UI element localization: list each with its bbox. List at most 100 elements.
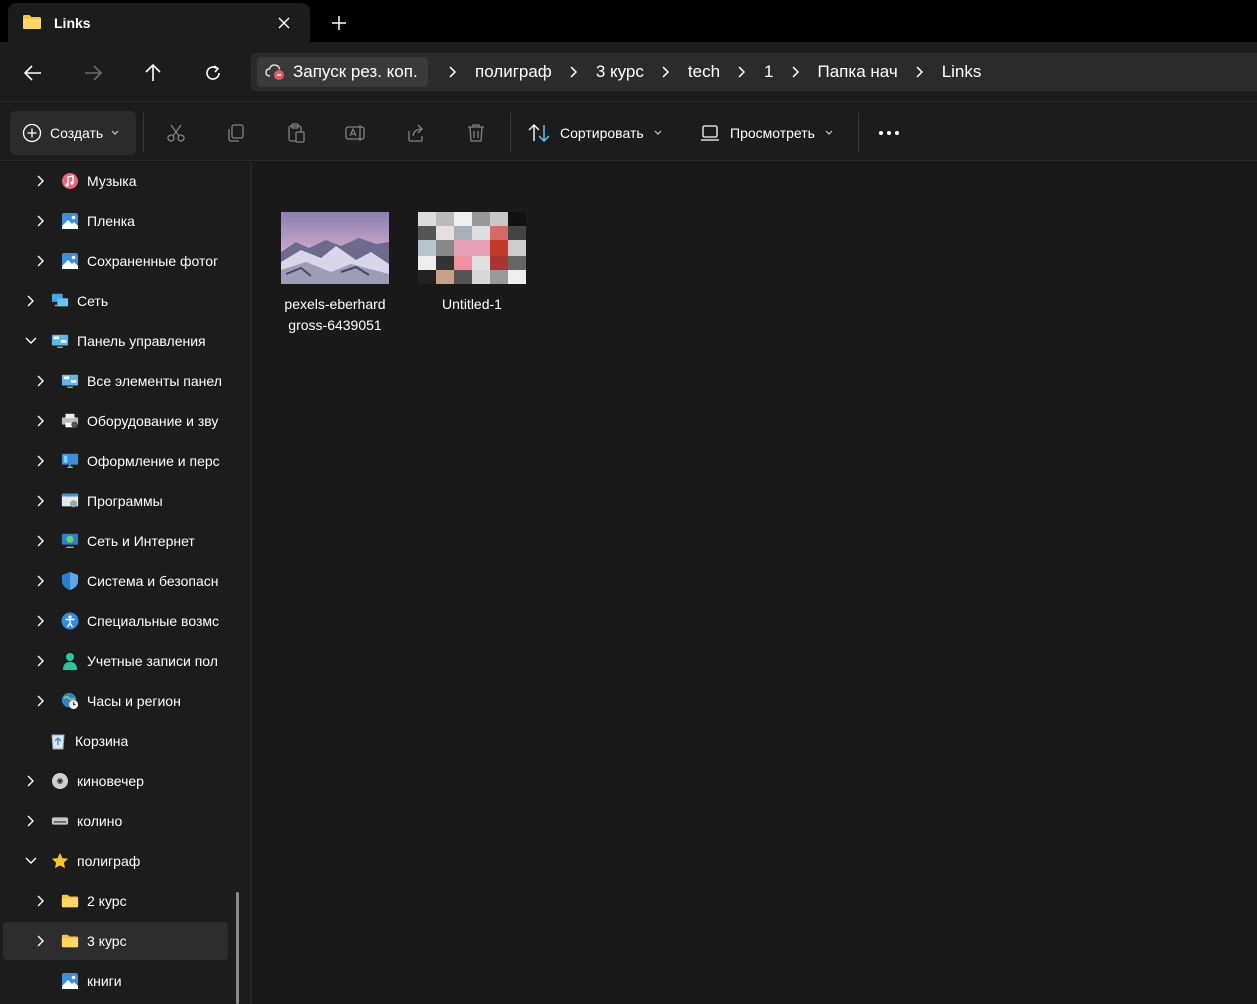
new-tab-icon[interactable]	[325, 9, 353, 37]
sidebar-item-2-kurs[interactable]: 2 курс	[3, 882, 228, 920]
delete-icon[interactable]	[465, 122, 487, 144]
paste-icon[interactable]	[285, 122, 307, 144]
chevron-down-icon[interactable]	[23, 333, 39, 349]
pictures-icon	[61, 972, 79, 990]
chevron-right-icon[interactable]	[912, 64, 928, 80]
chevron-right-icon[interactable]	[734, 64, 750, 80]
navigation-bar: Запуск рез. коп. полиграф 3 курс tech 1 …	[0, 42, 1257, 102]
sidebar-item-hardware[interactable]: Оборудование и зву	[3, 402, 228, 440]
chevron-right-icon[interactable]	[658, 64, 674, 80]
chevron-right-icon[interactable]	[33, 413, 49, 429]
sidebar-item-network-internet[interactable]: Сеть и Интернет	[3, 522, 228, 560]
create-button[interactable]: Создать	[10, 111, 136, 155]
breadcrumb-item[interactable]: 3 курс	[586, 62, 654, 82]
sidebar-item-saved-photos[interactable]: Сохраненные фотог	[3, 242, 228, 280]
file-name: Untitled-1	[442, 296, 502, 312]
file-item[interactable]: pexels-eberhard gross-6439051	[277, 212, 393, 336]
chevron-right-icon[interactable]	[23, 813, 39, 829]
sidebar-item-label: киновечер	[77, 773, 144, 789]
cut-icon[interactable]	[165, 122, 187, 144]
tab-links[interactable]: Links	[8, 3, 310, 42]
close-icon[interactable]	[272, 11, 296, 35]
breadcrumb-item[interactable]: Links	[932, 62, 992, 82]
chevron-right-icon[interactable]	[33, 173, 49, 189]
sidebar-item-label: Оборудование и зву	[87, 413, 219, 429]
refresh-icon[interactable]	[197, 57, 229, 89]
sidebar-item-programs[interactable]: Программы	[3, 482, 228, 520]
sidebar-item-knigi[interactable]: книги	[3, 962, 228, 1000]
chevron-right-icon[interactable]	[33, 453, 49, 469]
chevron-down-icon[interactable]	[23, 853, 39, 869]
chevron-right-icon[interactable]	[788, 64, 804, 80]
view-icon	[700, 124, 720, 142]
chevron-right-icon[interactable]	[33, 933, 49, 949]
chevron-right-icon[interactable]	[23, 773, 39, 789]
sidebar-item-label: Музыка	[87, 173, 137, 189]
sidebar-item-user-accounts[interactable]: Учетные записи пол	[3, 642, 228, 680]
copy-icon[interactable]	[225, 122, 247, 144]
address-bar[interactable]: Запуск рез. коп. полиграф 3 курс tech 1 …	[251, 53, 1257, 91]
chevron-right-icon[interactable]	[445, 64, 461, 80]
view-button[interactable]: Просмотреть	[700, 115, 833, 151]
sidebar-item-poligraf[interactable]: полиграф	[3, 842, 228, 880]
chevron-right-icon[interactable]	[33, 533, 49, 549]
more-icon[interactable]	[878, 122, 900, 144]
arrow-left-icon[interactable]	[17, 57, 49, 89]
file-name: pexels-eberhard gross-6439051	[284, 296, 386, 333]
plus-circle-icon	[22, 123, 42, 143]
display-icon	[61, 452, 79, 470]
sidebar-item-kinovecher[interactable]: киновечер	[3, 762, 228, 800]
sidebar-item-accessibility[interactable]: Специальные возмс	[3, 602, 228, 640]
music-icon	[61, 172, 79, 190]
network-icon	[51, 292, 69, 310]
sidebar-item-film[interactable]: Пленка	[3, 202, 228, 240]
sidebar-item-clock-region[interactable]: Часы и регион	[3, 682, 228, 720]
chevron-right-icon[interactable]	[33, 613, 49, 629]
file-item[interactable]: Untitled-1	[414, 212, 530, 315]
breadcrumb-root[interactable]: Запуск рез. коп.	[257, 57, 428, 87]
chevron-right-icon[interactable]	[33, 693, 49, 709]
sidebar-scrollbar[interactable]	[236, 892, 239, 1004]
sidebar-item-recycle-bin[interactable]: Корзина	[3, 722, 228, 760]
sidebar-item-label: полиграф	[77, 853, 141, 869]
chevron-right-icon[interactable]	[566, 64, 582, 80]
arrow-up-icon[interactable]	[137, 57, 169, 89]
chevron-right-icon[interactable]	[33, 893, 49, 909]
folder-icon	[61, 932, 79, 950]
sidebar-item-kolino[interactable]: колино	[3, 802, 228, 840]
sidebar-item-network[interactable]: Сеть	[3, 282, 228, 320]
sidebar-item-appearance[interactable]: Оформление и перс	[3, 442, 228, 480]
star-icon	[51, 852, 69, 870]
chevron-right-icon[interactable]	[33, 653, 49, 669]
chevron-right-icon[interactable]	[33, 373, 49, 389]
chevron-right-icon[interactable]	[33, 493, 49, 509]
chevron-right-icon[interactable]	[33, 573, 49, 589]
chevron-right-icon[interactable]	[33, 213, 49, 229]
share-icon[interactable]	[405, 122, 427, 144]
sort-icon	[528, 123, 550, 143]
arrow-right-icon[interactable]	[77, 57, 109, 89]
chevron-down-icon	[654, 130, 662, 136]
breadcrumb-item[interactable]: tech	[678, 62, 730, 82]
chevron-right-icon[interactable]	[33, 253, 49, 269]
breadcrumb: полиграф 3 курс tech 1 Папка нач Links	[441, 53, 991, 91]
sort-button[interactable]: Сортировать	[528, 115, 662, 151]
chevron-right-icon[interactable]	[23, 293, 39, 309]
sidebar-item-system-security[interactable]: Система и безопасн	[3, 562, 228, 600]
sidebar-item-label: Программы	[87, 493, 163, 509]
breadcrumb-item[interactable]: Папка нач	[808, 62, 908, 82]
sidebar-item-all-items[interactable]: Все элементы панел	[3, 362, 228, 400]
drive-icon	[51, 812, 69, 830]
divider	[858, 113, 859, 153]
globe-network-icon	[61, 532, 79, 550]
breadcrumb-item[interactable]: 1	[754, 62, 783, 82]
sidebar-item-music[interactable]: Музыка	[3, 162, 228, 200]
sidebar-item-control-panel[interactable]: Панель управления	[3, 322, 228, 360]
breadcrumb-item[interactable]: полиграф	[465, 62, 562, 82]
rename-icon[interactable]	[345, 122, 367, 144]
control-panel-icon	[51, 332, 69, 350]
chevron-down-icon	[111, 130, 119, 136]
sidebar-item-label: Часы и регион	[87, 693, 181, 709]
sidebar-item-3-kurs[interactable]: 3 курс	[3, 922, 228, 960]
clock-globe-icon	[61, 692, 79, 710]
